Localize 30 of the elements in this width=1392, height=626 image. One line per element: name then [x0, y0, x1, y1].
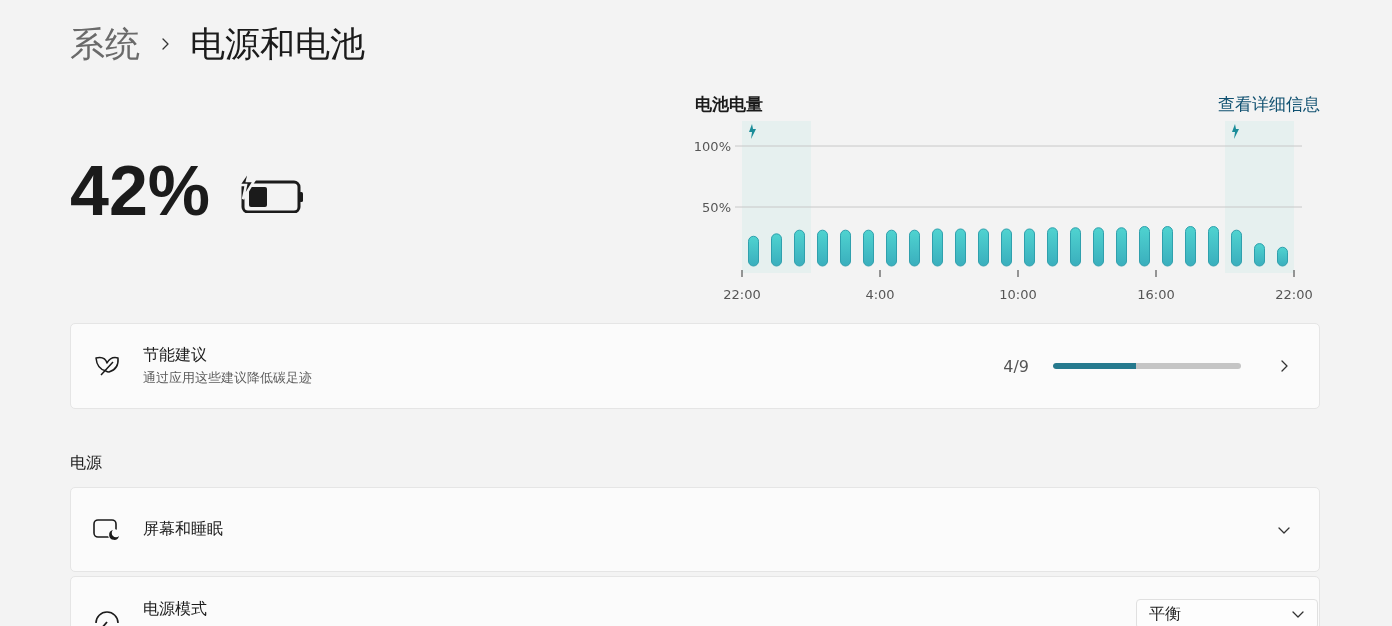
tick-mark [1293, 269, 1295, 278]
card-title: 电源模式 [143, 599, 208, 620]
axis-label: 50% [702, 200, 731, 215]
tick-mark [1017, 269, 1019, 278]
tick-mark [1155, 269, 1157, 278]
axis-label: 22:00 [723, 287, 761, 302]
axis-label: 10:00 [999, 287, 1037, 302]
lightning-icon [1232, 124, 1239, 139]
axis-label: 16:00 [1137, 287, 1175, 302]
recommendations-card[interactable]: 节能建议 通过应用这些建议降低碳足迹 4/9 [70, 323, 1320, 409]
breadcrumb-item[interactable]: 系统 [70, 20, 140, 68]
battery-percent: 42% [70, 150, 211, 231]
card-title: 屏幕和睡眠 [143, 519, 224, 540]
mode-dropdown[interactable]: 平衡 [1136, 599, 1318, 626]
screen-moon-icon [93, 517, 121, 542]
settings-card[interactable]: 屏幕和睡眠 [70, 487, 1320, 572]
breadcrumb-item[interactable]: 电源和电池 [190, 20, 365, 68]
lightning-icon [749, 124, 756, 139]
axis-label: 4:00 [865, 287, 895, 302]
card-subtitle: 通过应用这些建议降低碳足迹 [143, 369, 313, 387]
card-title: 节能建议 [143, 345, 208, 366]
progress-count: 4/9 [1003, 356, 1029, 376]
settings-card[interactable]: 电源模式 平衡 [70, 576, 1320, 626]
axis-label: 100% [695, 139, 731, 154]
details-link[interactable]: 查看详细信息 [1218, 92, 1320, 116]
section-heading: 电源 [70, 453, 103, 474]
tick-mark [879, 269, 881, 278]
chart-title: 电池电量 [695, 92, 763, 116]
tick-mark [741, 269, 743, 278]
axis-label: 22:00 [1275, 287, 1313, 302]
